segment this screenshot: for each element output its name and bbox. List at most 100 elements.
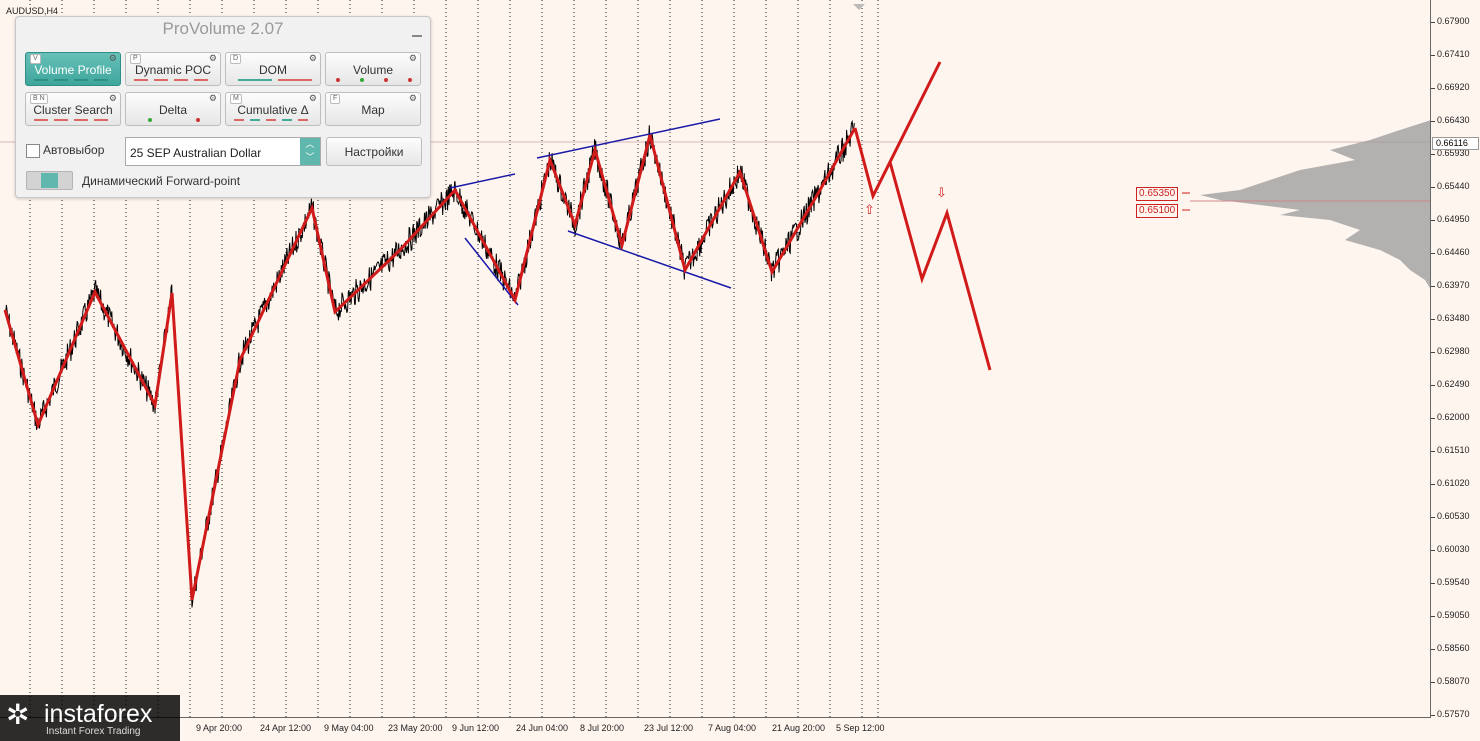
instaforex-logo: ✲ instaforex Instant Forex Trading: [0, 695, 180, 741]
button-label: Delta: [158, 103, 187, 117]
price-label: 0.67900: [1437, 16, 1470, 26]
settings-button[interactable]: Настройки: [326, 137, 422, 166]
price-tick: [1431, 319, 1435, 320]
time-label: 9 May 04:00: [324, 723, 374, 733]
panel-title: ProVolume 2.07: [162, 19, 284, 38]
price-tick: [1431, 55, 1435, 56]
price-tick: [1431, 550, 1435, 551]
toggle-knob: [41, 173, 58, 188]
price-label: 0.63970: [1437, 280, 1470, 290]
price-label: 0.60030: [1437, 544, 1470, 554]
price-label: 0.66920: [1437, 82, 1470, 92]
level-label-upper: 0.65350: [1136, 187, 1179, 201]
indicator-bar: [130, 79, 216, 82]
price-tick: [1431, 517, 1435, 518]
time-label: 23 May 20:00: [388, 723, 443, 733]
price-label: 0.58070: [1437, 676, 1470, 686]
button-label: Volume: [352, 63, 394, 77]
price-label: 0.64950: [1437, 214, 1470, 224]
map-button[interactable]: F ⚙ Map: [325, 92, 421, 126]
logo-tagline: Instant Forex Trading: [46, 726, 141, 737]
button-label: Volume Profile: [34, 63, 112, 77]
price-tick: [1431, 286, 1435, 287]
time-label: 23 Jul 12:00: [644, 723, 694, 733]
button-label: Cumulative Δ: [237, 103, 309, 117]
price-label: 0.59050: [1437, 610, 1470, 620]
price-label: 0.60530: [1437, 511, 1470, 521]
logo-name: instaforex: [44, 700, 153, 728]
time-label: 21 Aug 20:00: [772, 723, 826, 733]
price-tick: [1431, 154, 1435, 155]
time-label: 9 Jun 12:00: [452, 723, 500, 733]
price-label: 0.62490: [1437, 379, 1470, 389]
price-tick: [1431, 583, 1435, 584]
price-tick: [1431, 22, 1435, 23]
provolume-panel: ProVolume 2.07 V ⚙ Volume Profile P ⚙ Dy…: [15, 16, 431, 198]
logo-gear-icon: ✲: [6, 699, 30, 730]
indicator-bar: [30, 119, 116, 122]
dynamic-poc-button[interactable]: P ⚙ Dynamic POC: [125, 52, 221, 86]
price-tick: [1431, 121, 1435, 122]
current-price-label: 0.66116: [1432, 137, 1479, 150]
symbol-label: AUDUSD,H4: [6, 6, 59, 16]
price-tick: [1431, 385, 1435, 386]
button-label: DOM: [259, 63, 287, 77]
indicator-bar: [230, 119, 316, 122]
auto-select-checkbox[interactable]: [26, 144, 40, 158]
cluster-search-button[interactable]: B N ⚙ Cluster Search: [25, 92, 121, 126]
price-label: 0.65440: [1437, 181, 1470, 191]
volume-button[interactable]: ⚙ Volume: [325, 52, 421, 86]
price-label: 0.63480: [1437, 313, 1470, 323]
indicator-bar: [30, 79, 116, 82]
time-label: 24 Jun 04:00: [516, 723, 569, 733]
dom-button[interactable]: D ⚙ DOM: [225, 52, 321, 86]
minimize-icon[interactable]: [412, 35, 422, 37]
channel-line: [449, 173, 516, 189]
channel-line: [536, 118, 721, 159]
forward-point-toggle[interactable]: [26, 171, 73, 190]
instrument-select[interactable]: 25 SEP Australian Dollar ︿ ﹀: [125, 137, 321, 166]
indicator-bar: [130, 118, 216, 122]
price-label: 0.58560: [1437, 643, 1470, 653]
price-label: 0.64460: [1437, 247, 1470, 257]
time-label: 9 Apr 20:00: [196, 723, 243, 733]
price-label: 0.62000: [1437, 412, 1470, 422]
zigzag-line: [3, 127, 857, 601]
price-tick: [1431, 451, 1435, 452]
price-tick: [1431, 187, 1435, 188]
volume-profile-histogram: [1200, 120, 1430, 289]
indicator-bar: [330, 78, 416, 82]
price-tick: [1431, 715, 1435, 716]
delta-button[interactable]: ⚙ Delta: [125, 92, 221, 126]
price-label: 0.61020: [1437, 478, 1470, 488]
level-label-lower: 0.65100: [1136, 204, 1179, 218]
auto-select-label: Автовыбор: [43, 143, 105, 157]
price-label: 0.61510: [1437, 445, 1470, 455]
price-axis: 0.67900 0.67410 0.66920 0.66430 0.65930 0.654…: [1431, 0, 1480, 719]
shift-marker-icon: [853, 4, 865, 10]
forward-point-label: Динамический Forward-point: [82, 174, 241, 188]
instrument-value: 25 SEP Australian Dollar: [130, 146, 262, 160]
up-arrow-icon: ⇧: [864, 203, 875, 218]
price-label: 0.57570: [1437, 709, 1470, 719]
price-tick: [1431, 682, 1435, 683]
price-label: 0.62980: [1437, 346, 1470, 356]
time-axis: 9 Apr 20:00 24 Apr 12:00 9 May 04:00 23 May…: [0, 718, 1431, 741]
price-label: 0.59540: [1437, 577, 1470, 587]
indicator-bar: [230, 79, 316, 82]
down-arrow-icon: ⇩: [936, 186, 947, 201]
channel-line: [567, 230, 732, 289]
price-tick: [1431, 352, 1435, 353]
time-label: 5 Sep 12:00: [836, 723, 885, 733]
button-label: Cluster Search: [33, 103, 113, 117]
button-label: Dynamic POC: [134, 63, 211, 77]
volume-profile-button[interactable]: V ⚙ Volume Profile: [25, 52, 121, 86]
price-label: 0.66430: [1437, 115, 1470, 125]
spinner-arrows-icon[interactable]: ︿ ﹀: [300, 138, 320, 165]
price-tick: [1431, 88, 1435, 89]
time-label: 24 Apr 12:00: [260, 723, 312, 733]
price-tick: [1431, 253, 1435, 254]
time-label: 8 Jul 20:00: [580, 723, 625, 733]
cumulative-delta-button[interactable]: M ⚙ Cumulative Δ: [225, 92, 321, 126]
price-tick: [1431, 616, 1435, 617]
